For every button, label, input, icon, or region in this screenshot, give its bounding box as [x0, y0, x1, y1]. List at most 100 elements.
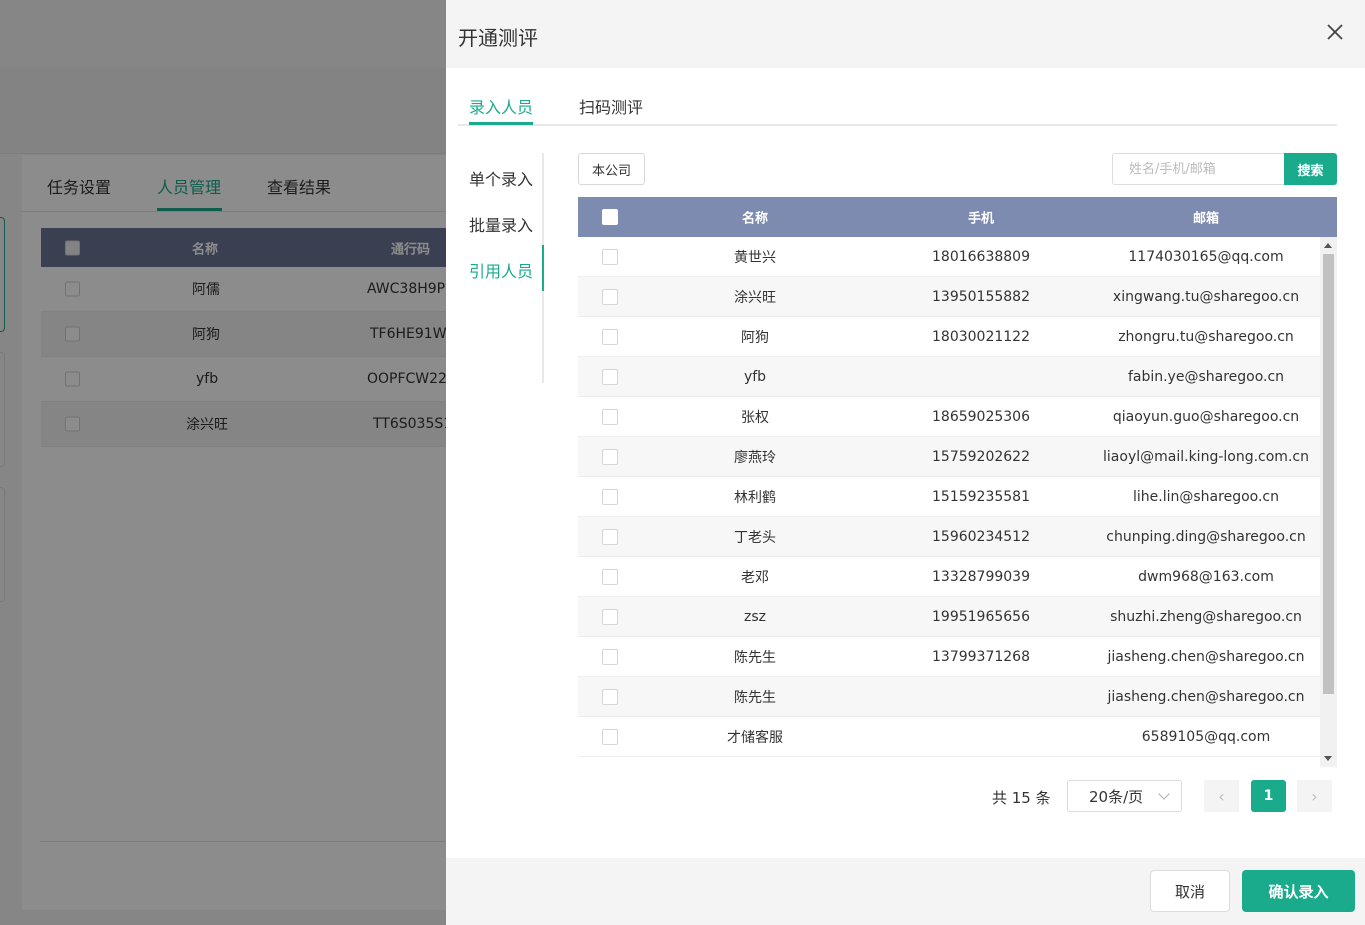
cell-name: 涂兴旺	[734, 289, 776, 306]
cell-name: 廖燕玲	[734, 449, 776, 466]
table-row[interactable]: zsz 19951965656 shuzhi.zheng@sharegoo.cn	[578, 597, 1320, 637]
row-checkbox[interactable]	[602, 368, 618, 385]
close-icon[interactable]	[1325, 22, 1345, 42]
header-name: 名称	[741, 211, 769, 227]
cell-phone: 19951965656	[932, 608, 1030, 625]
next-page-button[interactable]: ›	[1297, 780, 1332, 812]
page-size-value: 20条/页	[1089, 787, 1144, 806]
table-row[interactable]: 老邓 13328799039 dwm968@163.com	[578, 557, 1320, 597]
search-button[interactable]: 搜索	[1284, 153, 1337, 185]
nav-indicator	[542, 245, 544, 291]
scroll-down-arrow[interactable]	[1324, 756, 1332, 761]
table-row[interactable]: 陈先生 jiasheng.chen@sharegoo.cn	[578, 677, 1320, 717]
cell-email: fabin.ye@sharegoo.cn	[1127, 368, 1285, 385]
table-row[interactable]: 阿狗 18030021122 zhongru.tu@sharegoo.cn	[578, 317, 1320, 357]
table-row[interactable]: 涂兴旺 13950155882 xingwang.tu@sharegoo.cn	[578, 277, 1320, 317]
row-checkbox[interactable]	[602, 248, 618, 265]
cell-phone: 13328799039	[932, 568, 1030, 585]
cell-name: 才储客服	[727, 729, 783, 746]
table-scrollbar[interactable]	[1320, 237, 1337, 767]
people-table: 名称 手机 邮箱 黄世兴 18016638809 1174030165@qq.com…	[578, 197, 1337, 767]
cell-phone: 13950155882	[932, 288, 1030, 305]
cell-email: shuzhi.zheng@sharegoo.cn	[1110, 608, 1302, 625]
tab-indicator	[469, 122, 533, 125]
pagination-total: 共 15 条	[992, 789, 1051, 807]
page-size-select[interactable]: 20条/页	[1067, 780, 1182, 812]
nav-reference-people[interactable]: 引用人员	[469, 258, 533, 282]
nav-single-entry[interactable]: 单个录入	[469, 166, 533, 190]
tab-enter-people[interactable]: 录入人员	[469, 94, 533, 118]
select-all-checkbox[interactable]	[602, 209, 618, 225]
search-input[interactable]	[1112, 153, 1284, 185]
table-row[interactable]: 黄世兴 18016638809 1174030165@qq.com	[578, 237, 1320, 277]
cell-phone: 15159235581	[932, 488, 1030, 505]
table-row[interactable]: 张权 18659025306 qiaoyun.guo@sharegoo.cn	[578, 397, 1320, 437]
cell-email: chunping.ding@sharegoo.cn	[1106, 528, 1306, 545]
row-checkbox[interactable]	[602, 728, 618, 745]
cell-email: dwm968@163.com	[1138, 568, 1274, 585]
cell-phone: 18016638809	[932, 248, 1030, 265]
chevron-left-icon: ‹	[1218, 786, 1225, 806]
page-number-button[interactable]: 1	[1251, 780, 1286, 812]
cell-email: 1174030165@qq.com	[1128, 248, 1284, 265]
drawer-footer: 取消 确认录入	[446, 858, 1365, 925]
cell-phone: 18659025306	[932, 408, 1030, 425]
scroll-thumb[interactable]	[1323, 254, 1334, 694]
row-checkbox[interactable]	[602, 328, 618, 345]
header-phone: 手机	[967, 211, 995, 227]
cell-email: xingwang.tu@sharegoo.cn	[1112, 288, 1300, 305]
cell-email: jiasheng.chen@sharegoo.cn	[1107, 688, 1305, 705]
row-checkbox[interactable]	[602, 608, 618, 625]
table-header: 名称 手机 邮箱	[578, 197, 1337, 237]
cell-email: zhongru.tu@sharegoo.cn	[1118, 328, 1294, 345]
cell-email: jiasheng.chen@sharegoo.cn	[1107, 648, 1305, 665]
row-checkbox[interactable]	[602, 448, 618, 465]
cancel-button[interactable]: 取消	[1150, 870, 1230, 912]
table-row[interactable]: 陈先生 13799371268 jiasheng.chen@sharegoo.cn	[578, 637, 1320, 677]
cell-email: 6589105@qq.com	[1141, 728, 1271, 745]
nav-batch-entry[interactable]: 批量录入	[469, 212, 533, 236]
cell-name: 老邓	[741, 569, 769, 586]
cell-name: 黄世兴	[734, 249, 776, 266]
row-checkbox[interactable]	[602, 288, 618, 305]
company-filter-button[interactable]: 本公司	[578, 153, 645, 185]
row-checkbox[interactable]	[602, 528, 618, 545]
chevron-down-icon	[1158, 788, 1170, 800]
cell-name: zsz	[744, 608, 766, 625]
cell-email: qiaoyun.guo@sharegoo.cn	[1112, 408, 1300, 425]
drawer-tabs: 录入人员 扫码测评	[458, 68, 1337, 126]
cell-name: 张权	[741, 409, 769, 426]
table-row[interactable]: 丁老头 15960234512 chunping.ding@sharegoo.cn	[578, 517, 1320, 557]
scroll-up-arrow[interactable]	[1324, 243, 1332, 248]
table-row[interactable]: yfb fabin.ye@sharegoo.cn	[578, 357, 1320, 397]
cell-phone: 13799371268	[932, 648, 1030, 665]
drawer-header: 开通测评	[446, 0, 1365, 68]
row-checkbox[interactable]	[602, 568, 618, 585]
row-checkbox[interactable]	[602, 648, 618, 665]
table-row[interactable]: 才储客服 6589105@qq.com	[578, 717, 1320, 757]
cell-email: liaoyl@mail.king-long.com.cn	[1103, 448, 1309, 465]
chevron-right-icon: ›	[1311, 786, 1318, 806]
tab-scan-assessment[interactable]: 扫码测评	[579, 94, 643, 118]
cell-name: 丁老头	[734, 529, 776, 546]
cell-name: 陈先生	[734, 689, 776, 706]
table-row[interactable]: 廖燕玲 15759202622 liaoyl@mail.king-long.com.…	[578, 437, 1320, 477]
entry-mode-nav: 单个录入 批量录入 引用人员	[458, 153, 544, 383]
table-row[interactable]: 林利鹤 15159235581 lihe.lin@sharegoo.cn	[578, 477, 1320, 517]
header-email: 邮箱	[1192, 211, 1220, 227]
row-checkbox[interactable]	[602, 488, 618, 505]
drawer-title: 开通测评	[458, 26, 538, 50]
cell-name: 林利鹤	[734, 489, 776, 506]
modal-mask[interactable]	[0, 0, 446, 925]
row-checkbox[interactable]	[602, 408, 618, 425]
row-checkbox[interactable]	[602, 688, 618, 705]
open-assessment-drawer: 开通测评 录入人员 扫码测评 单个录入 批量录入 引用人员 本公司 搜索 名称 …	[446, 0, 1365, 925]
prev-page-button[interactable]: ‹	[1204, 780, 1239, 812]
cell-name: yfb	[743, 368, 767, 385]
cell-name: 阿狗	[741, 329, 769, 346]
table-body: 黄世兴 18016638809 1174030165@qq.com 涂兴旺 139501…	[578, 237, 1320, 767]
confirm-entry-button[interactable]: 确认录入	[1242, 870, 1355, 912]
cell-phone: 18030021122	[932, 328, 1030, 345]
cell-email: lihe.lin@sharegoo.cn	[1133, 488, 1279, 505]
cell-phone: 15759202622	[932, 448, 1030, 465]
